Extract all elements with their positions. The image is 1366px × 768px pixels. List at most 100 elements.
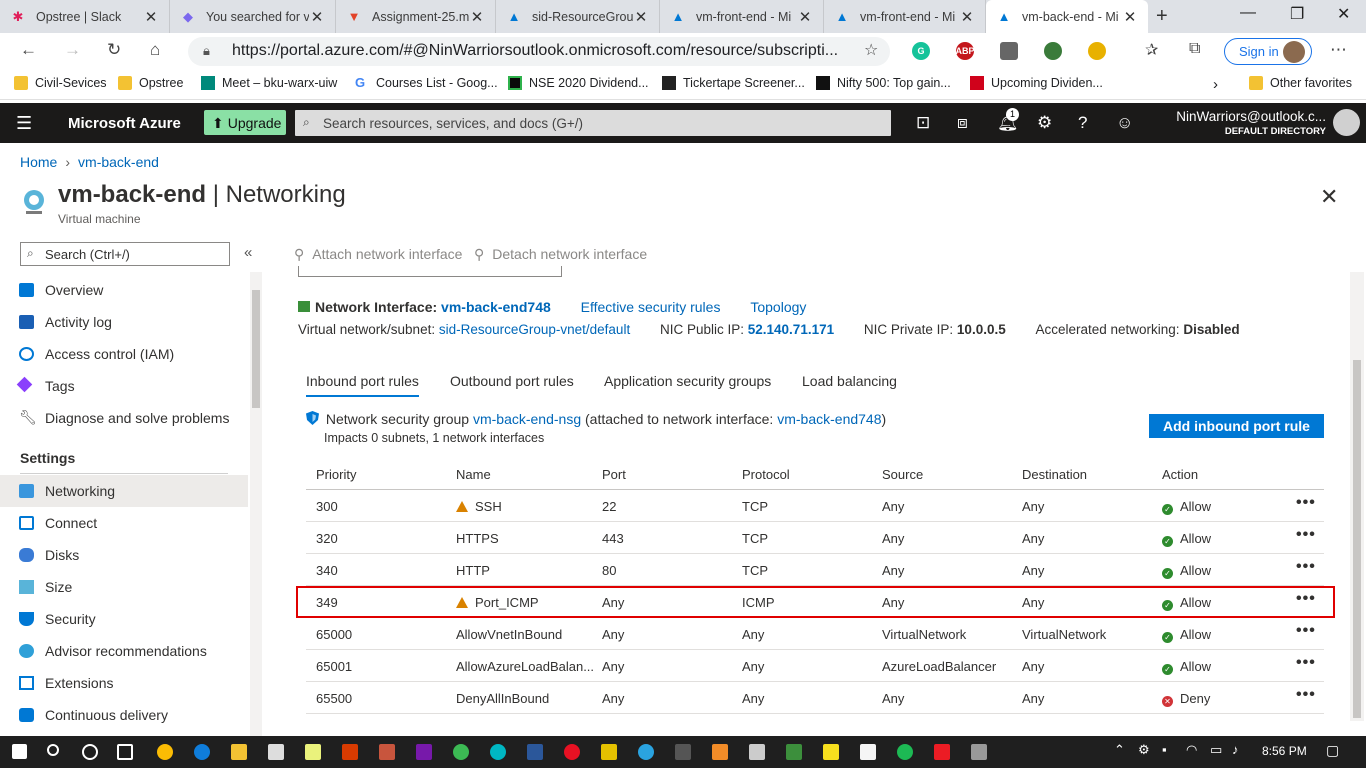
- nav-item-continuous-delivery[interactable]: Continuous delivery: [0, 699, 248, 731]
- taskbar-clock[interactable]: 8:56 PM: [1262, 744, 1307, 758]
- bookmark-item[interactable]: G Courses List - Goog...: [355, 76, 498, 91]
- settings-gear-icon[interactable]: ⚙: [1037, 113, 1052, 133]
- file-explorer-icon[interactable]: [231, 744, 247, 760]
- hamburger-menu-icon[interactable]: ☰: [16, 113, 32, 134]
- new-tab-button[interactable]: +: [1156, 5, 1168, 28]
- telegram-icon[interactable]: [638, 744, 654, 760]
- url-input[interactable]: https://portal.azure.com/#@NinWarriorsou…: [188, 37, 890, 66]
- help-icon[interactable]: ?: [1078, 113, 1087, 133]
- browser-tab[interactable]: ◆ You searched for v ✕: [170, 0, 336, 33]
- cortana-icon[interactable]: [82, 744, 98, 760]
- close-tab-icon[interactable]: ✕: [797, 8, 813, 26]
- cell-name[interactable]: HTTP: [456, 563, 490, 578]
- nsg-link[interactable]: vm-back-end-nsg: [473, 411, 581, 427]
- close-tab-icon[interactable]: ✕: [959, 8, 975, 26]
- account-avatar[interactable]: [1333, 109, 1360, 136]
- onenote-icon[interactable]: [416, 744, 432, 760]
- row-more-actions-icon[interactable]: •••: [1296, 558, 1316, 576]
- close-tab-icon[interactable]: ✕: [469, 8, 485, 26]
- sublime-icon[interactable]: [712, 744, 728, 760]
- chevron-right-icon[interactable]: ›: [1213, 76, 1218, 93]
- tray-icon[interactable]: ▪: [1162, 742, 1167, 757]
- app-icon[interactable]: [786, 744, 802, 760]
- account-info[interactable]: NinWarriors@outlook.c... DEFAULT DIRECTO…: [1120, 109, 1326, 137]
- column-header-destination[interactable]: Destination: [1022, 467, 1087, 482]
- azure-brand[interactable]: Microsoft Azure: [68, 115, 181, 132]
- bookmark-item[interactable]: Meet – bku-warx-uiw: [201, 76, 337, 90]
- tray-icon[interactable]: ⚙: [1138, 742, 1150, 758]
- table-row[interactable]: 65500 DenyAllInBound Any Any Any Any ✕ Deny •••: [306, 682, 1324, 714]
- app-icon[interactable]: [453, 744, 469, 760]
- app-icon[interactable]: [897, 744, 913, 760]
- forward-icon[interactable]: →: [64, 40, 81, 60]
- table-row[interactable]: 65001 AllowAzureLoadBalan... Any Any AzureLo…: [306, 650, 1324, 682]
- directory-filter-icon[interactable]: ⧈: [957, 113, 968, 133]
- favorites-icon[interactable]: ✰: [1145, 40, 1158, 60]
- row-more-actions-icon[interactable]: •••: [1296, 686, 1316, 704]
- scrollbar-thumb[interactable]: [252, 290, 260, 408]
- effective-security-rules-link[interactable]: Effective security rules: [581, 299, 721, 315]
- close-tab-icon[interactable]: ✕: [633, 8, 649, 26]
- nav-item-diagnose[interactable]: 🔧︎ Diagnose and solve problems: [0, 402, 248, 434]
- tab-load-balancing[interactable]: Load balancing: [802, 373, 897, 389]
- detach-network-interface-button[interactable]: ⚲ Detach network interface: [474, 246, 647, 263]
- bookmark-item[interactable]: NSE 2020 Dividend...: [508, 76, 649, 90]
- nav-item-networking[interactable]: Networking: [0, 475, 248, 507]
- nav-item-size[interactable]: Size: [0, 571, 248, 603]
- breadcrumb-vm[interactable]: vm-back-end: [78, 154, 159, 170]
- home-icon[interactable]: ⌂: [150, 40, 160, 60]
- grammarly-icon[interactable]: G: [912, 42, 930, 60]
- global-search-input[interactable]: ⌕ Search resources, services, and docs (G…: [295, 110, 891, 136]
- app-icon[interactable]: [823, 744, 839, 760]
- lock-icon[interactable]: 🔒︎: [203, 43, 210, 59]
- close-tab-icon[interactable]: ✕: [309, 8, 325, 26]
- volume-icon[interactable]: ♪: [1232, 742, 1239, 757]
- office-icon[interactable]: [342, 744, 358, 760]
- menu-scrollbar[interactable]: [250, 272, 262, 736]
- extension-icon[interactable]: [1000, 42, 1018, 60]
- windows-start-icon[interactable]: [12, 744, 27, 759]
- sticky-notes-icon[interactable]: [305, 744, 321, 760]
- profile-avatar[interactable]: [1283, 41, 1305, 63]
- browser-tab[interactable]: ▲ vm-front-end - Mi ✕: [824, 0, 986, 33]
- breadcrumb-home[interactable]: Home: [20, 154, 57, 170]
- row-more-actions-icon[interactable]: •••: [1296, 526, 1316, 544]
- app-icon[interactable]: [564, 744, 580, 760]
- app-icon[interactable]: [749, 744, 765, 760]
- browser-tab[interactable]: ✱ Opstree | Slack ✕: [0, 0, 170, 33]
- cell-name[interactable]: SSH: [456, 499, 502, 514]
- row-more-actions-icon[interactable]: •••: [1296, 654, 1316, 672]
- app-icon[interactable]: [971, 744, 987, 760]
- refresh-icon[interactable]: ↻: [107, 40, 121, 60]
- acrobat-icon[interactable]: [934, 744, 950, 760]
- browser-tab[interactable]: ▼ Assignment-25.md ✕: [336, 0, 496, 33]
- collapse-menu-icon[interactable]: «: [244, 244, 252, 261]
- app-icon[interactable]: [379, 744, 395, 760]
- close-tab-icon[interactable]: ✕: [143, 8, 159, 26]
- wifi-icon[interactable]: ◠: [1186, 742, 1197, 758]
- adblock-icon[interactable]: ABP: [956, 42, 975, 60]
- nsg-nic-link[interactable]: vm-back-end748: [777, 411, 881, 427]
- table-row[interactable]: 320 HTTPS 443 TCP Any Any ✓ Allow •••: [306, 522, 1324, 554]
- extension-globe-icon[interactable]: [1044, 42, 1062, 60]
- tray-chevron-up-icon[interactable]: ⌃: [1114, 742, 1125, 758]
- add-inbound-port-rule-button[interactable]: Add inbound port rule: [1149, 414, 1324, 438]
- nav-item-overview[interactable]: Overview: [0, 274, 248, 306]
- content-scrollbar[interactable]: [1350, 272, 1364, 721]
- battery-icon[interactable]: ▭: [1210, 742, 1222, 758]
- favorite-star-icon[interactable]: ☆: [864, 40, 878, 60]
- column-header-port[interactable]: Port: [602, 467, 626, 482]
- browser-tab[interactable]: ▲ sid-ResourceGroup ✕: [496, 0, 660, 33]
- nav-item-iam[interactable]: Access control (IAM): [0, 338, 248, 370]
- cloud-shell-icon[interactable]: ⊡: [916, 113, 930, 133]
- close-blade-icon[interactable]: ✕: [1320, 184, 1338, 210]
- cell-name[interactable]: DenyAllInBound: [456, 691, 549, 706]
- column-header-name[interactable]: Name: [456, 467, 491, 482]
- other-favorites[interactable]: Other favorites: [1249, 76, 1352, 90]
- terminal-icon[interactable]: [675, 744, 691, 760]
- task-view-icon[interactable]: [117, 744, 133, 760]
- row-more-actions-icon[interactable]: •••: [1296, 622, 1316, 640]
- bookmark-item[interactable]: Upcoming Dividen...: [970, 76, 1103, 90]
- cell-name[interactable]: AllowVnetInBound: [456, 627, 562, 642]
- nic-link[interactable]: vm-back-end748: [441, 299, 551, 315]
